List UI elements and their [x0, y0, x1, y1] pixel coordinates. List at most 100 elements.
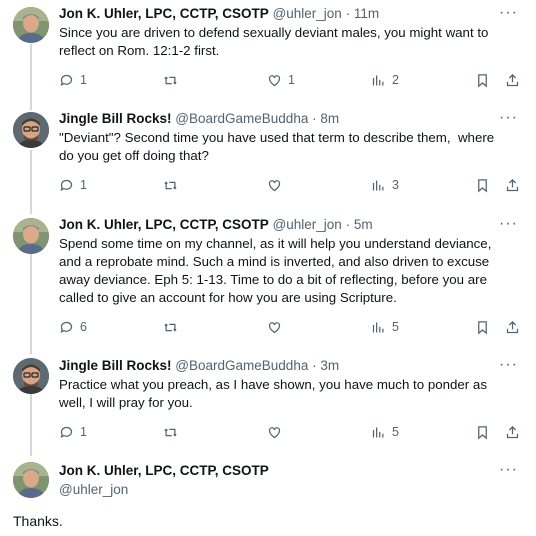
retweet-icon — [164, 427, 177, 437]
tweet-text: Spend some time on my channel, as it wil… — [59, 236, 492, 305]
views-icon — [372, 180, 384, 190]
tweet-header: Jon K. Uhler, LPC, CCTP, CSOTP @uhler_jo… — [59, 5, 379, 23]
reply-count: 1 — [80, 425, 87, 439]
reply-button[interactable]: 6 — [59, 317, 87, 337]
conversation-thread: Jon K. Uhler, LPC, CCTP, CSOTP @uhler_jo… — [0, 0, 536, 536]
views-button[interactable]: 5 — [371, 422, 399, 442]
views-button[interactable]: 2 — [371, 70, 399, 90]
share-button[interactable] — [505, 175, 520, 195]
action-bar: 6 5 — [59, 317, 529, 337]
retweet-button[interactable] — [163, 175, 184, 195]
share-button[interactable] — [505, 422, 520, 442]
tweet-text: Practice what you preach, as I have show… — [59, 377, 487, 410]
focused-handle-row: @uhler_jon — [59, 481, 128, 499]
focused-tweet-text: Thanks. — [13, 513, 63, 529]
reply-icon — [60, 426, 73, 438]
bookmark-button[interactable] — [475, 70, 490, 90]
views-icon — [372, 427, 384, 437]
tweet[interactable]: Jon K. Uhler, LPC, CCTP, CSOTP @uhler_jo… — [0, 0, 536, 104]
like-icon — [268, 179, 281, 191]
author-name[interactable]: Jingle Bill Rocks! — [59, 358, 172, 373]
bookmark-icon — [478, 73, 487, 87]
action-bar: 1 1 2 — [59, 70, 529, 90]
reply-button[interactable]: 1 — [59, 422, 87, 442]
author-name[interactable]: Jingle Bill Rocks! — [59, 111, 172, 126]
timestamp[interactable]: · 3m — [312, 358, 339, 373]
retweet-button[interactable] — [163, 317, 184, 337]
reply-icon — [60, 74, 73, 86]
share-button[interactable] — [505, 317, 520, 337]
like-button[interactable] — [267, 317, 288, 337]
share-icon — [506, 178, 519, 191]
tweet[interactable]: Jingle Bill Rocks! @BoardGameBuddha · 8m… — [0, 106, 536, 210]
author-name[interactable]: Jon K. Uhler, LPC, CCTP, CSOTP — [59, 217, 269, 232]
bookmark-icon — [478, 320, 487, 334]
more-options-button[interactable]: ··· — [499, 216, 518, 232]
retweet-icon — [164, 75, 177, 85]
views-icon — [372, 75, 384, 85]
more-options-button[interactable]: ··· — [499, 357, 518, 373]
retweet-icon — [164, 180, 177, 190]
author-handle[interactable]: @BoardGameBuddha — [175, 111, 308, 126]
avatar[interactable] — [13, 218, 49, 254]
like-icon — [268, 74, 281, 86]
like-button[interactable] — [267, 175, 288, 195]
avatar[interactable] — [13, 462, 49, 498]
bookmark-button[interactable] — [475, 175, 490, 195]
share-icon — [506, 425, 519, 438]
author-name[interactable]: Jon K. Uhler, LPC, CCTP, CSOTP — [59, 6, 269, 21]
tweet-header: Jingle Bill Rocks! @BoardGameBuddha · 3m — [59, 357, 339, 375]
timestamp[interactable]: · 5m — [346, 217, 373, 232]
avatar[interactable] — [13, 112, 49, 148]
bookmark-button[interactable] — [475, 422, 490, 442]
views-count: 5 — [392, 425, 399, 439]
focused-tweet[interactable]: Jon K. Uhler, LPC, CCTP, CSOTP @uhler_jo… — [0, 456, 536, 536]
action-bar: 1 5 — [59, 422, 529, 442]
reply-count: 1 — [80, 73, 87, 87]
like-count: 1 — [288, 73, 295, 87]
reply-icon — [60, 179, 73, 191]
like-button[interactable] — [267, 422, 288, 442]
tweet-header: Jon K. Uhler, LPC, CCTP, CSOTP @uhler_jo… — [59, 216, 373, 234]
share-icon — [506, 320, 519, 333]
views-count: 3 — [392, 178, 399, 192]
author-handle[interactable]: @BoardGameBuddha — [175, 358, 308, 373]
views-count: 5 — [392, 320, 399, 334]
timestamp[interactable]: · 11m — [346, 6, 380, 21]
author-handle[interactable]: @uhler_jon — [273, 217, 342, 232]
retweet-button[interactable] — [163, 70, 184, 90]
tweet[interactable]: Jingle Bill Rocks! @BoardGameBuddha · 3m… — [0, 352, 536, 456]
tweet[interactable]: Jon K. Uhler, LPC, CCTP, CSOTP @uhler_jo… — [0, 212, 536, 352]
focused-author-name-row: Jon K. Uhler, LPC, CCTP, CSOTP — [59, 462, 269, 480]
views-button[interactable]: 3 — [371, 175, 399, 195]
reply-button[interactable]: 1 — [59, 70, 87, 90]
share-button[interactable] — [505, 70, 520, 90]
like-icon — [268, 321, 281, 333]
retweet-button[interactable] — [163, 422, 184, 442]
author-handle[interactable]: @uhler_jon — [273, 6, 342, 21]
tweet-text: "Deviant"? Second time you have used tha… — [59, 130, 495, 163]
views-icon — [372, 322, 384, 332]
reply-icon — [60, 321, 73, 333]
views-count: 2 — [392, 73, 399, 87]
like-button[interactable]: 1 — [267, 70, 295, 90]
reply-button[interactable]: 1 — [59, 175, 87, 195]
tweet-header: Jingle Bill Rocks! @BoardGameBuddha · 8m — [59, 110, 339, 128]
avatar[interactable] — [13, 358, 49, 394]
like-icon — [268, 426, 281, 438]
retweet-icon — [164, 322, 177, 332]
bookmark-icon — [478, 425, 487, 439]
reply-count: 6 — [80, 320, 87, 334]
timestamp[interactable]: · 8m — [312, 111, 339, 126]
reply-count: 1 — [80, 178, 87, 192]
views-button[interactable]: 5 — [371, 317, 399, 337]
more-options-button[interactable]: ··· — [499, 110, 518, 126]
share-icon — [506, 73, 519, 86]
tweet-text: Since you are driven to defend sexually … — [59, 25, 489, 58]
author-handle[interactable]: @uhler_jon — [59, 482, 128, 497]
author-name[interactable]: Jon K. Uhler, LPC, CCTP, CSOTP — [59, 463, 269, 478]
bookmark-button[interactable] — [475, 317, 490, 337]
more-options-button[interactable]: ··· — [499, 5, 518, 21]
more-options-button[interactable]: ··· — [499, 462, 518, 478]
avatar[interactable] — [13, 7, 49, 43]
